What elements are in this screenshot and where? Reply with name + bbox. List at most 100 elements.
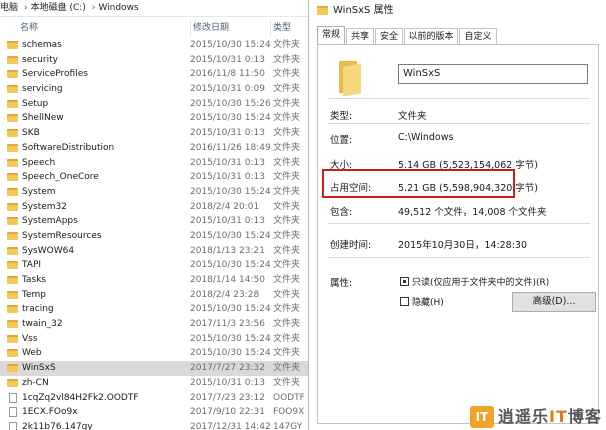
tab-customize[interactable]: 自定义 <box>459 28 497 44</box>
file-list-row[interactable]: SystemResources 2015/10/30 15:24 文件夹 <box>0 229 308 244</box>
file-list-row[interactable]: zh-CN 2015/10/31 0:13 文件夹 <box>0 376 308 391</box>
file-type: 文件夹 <box>273 54 301 65</box>
file-list-row[interactable]: Vss 2015/10/30 15:24 文件夹 <box>0 332 308 347</box>
file-list-row[interactable]: servicing 2015/10/31 0:09 文件夹 <box>0 82 308 97</box>
file-list-row[interactable]: 1cqZq2vl84H2Fk2.OODTF 2017/7/23 23:12 OODT… <box>0 391 308 406</box>
type-value: 文件夹 <box>398 111 427 122</box>
folder-icon <box>7 276 18 284</box>
column-header-name[interactable]: 名称 <box>20 19 38 37</box>
folder-icon <box>339 61 365 97</box>
file-list-row[interactable]: twain_32 2017/11/3 23:56 文件夹 <box>0 317 308 332</box>
file-type: 文件夹 <box>273 69 301 80</box>
file-list-row[interactable]: ShellNew 2015/10/30 15:24 文件夹 <box>0 111 308 126</box>
file-type: 文件夹 <box>273 363 301 374</box>
file-date: 2018/1/14 14:50 <box>190 275 265 285</box>
file-list-row[interactable]: SKB 2015/10/31 0:13 文件夹 <box>0 126 308 141</box>
divider <box>328 223 590 224</box>
folder-icon <box>7 143 18 152</box>
file-name: Temp <box>22 289 46 300</box>
file-date: 2017/11/3 23:56 <box>190 319 265 330</box>
file-date: 2018/2/4 20:01 <box>190 201 260 212</box>
file-list-row[interactable]: SysWOW64 2018/1/13 23:21 文件夹 <box>0 244 308 259</box>
file-name: Web <box>22 348 42 359</box>
folder-icon <box>7 290 18 299</box>
dialog-titlebar[interactable]: WinSxS 属性 <box>309 0 606 22</box>
breadcrumb-item-drive[interactable]: 本地磁盘 (C:) <box>31 3 86 13</box>
folder-icon <box>7 114 18 123</box>
location-label: 位置: <box>330 135 353 146</box>
file-type: OODTF <box>273 392 305 403</box>
file-list-row[interactable]: Temp 2018/2/4 23:28 文件夹 <box>0 288 308 303</box>
contains-label: 包含: <box>330 207 353 218</box>
file-list-row[interactable]: SoftwareDistribution 2016/11/26 18:49 文件夹 <box>0 141 308 156</box>
created-value: 2015年10月30日，14:28:30 <box>398 240 528 251</box>
column-header-type[interactable]: 类型 <box>270 19 291 37</box>
file-list-row[interactable]: Speech 2015/10/31 0:13 文件夹 <box>0 156 308 171</box>
file-type: 文件夹 <box>273 113 301 124</box>
advanced-button[interactable]: 高级(D)... <box>512 292 596 312</box>
file-type: 文件夹 <box>273 260 301 271</box>
file-date: 2017/9/10 22:31 <box>190 407 265 418</box>
file-date: 2017/12/31 14:42 <box>190 421 271 430</box>
file-type: 文件夹 <box>273 128 301 139</box>
tab-security[interactable]: 安全 <box>375 28 403 44</box>
created-label: 创建时间: <box>330 240 372 251</box>
file-list-row[interactable]: Setup 2015/10/30 15:26 文件夹 <box>0 97 308 112</box>
file-list-row[interactable]: ServiceProfiles 2016/11/8 11:50 文件夹 <box>0 67 308 82</box>
tab-previous-versions[interactable]: 以前的版本 <box>404 28 458 44</box>
dialog-title: WinSxS 属性 <box>333 5 394 16</box>
hidden-label[interactable]: 隐藏(H) <box>412 295 444 308</box>
file-name: System <box>22 186 56 197</box>
folder-name-input[interactable]: WinSxS <box>398 64 588 84</box>
folder-icon <box>7 70 18 79</box>
hidden-checkbox[interactable] <box>400 297 409 306</box>
file-name: 1cqZq2vl84H2Fk2.OODTF <box>22 392 139 403</box>
file-name: 1ECX.FOo9x <box>22 407 78 418</box>
site-watermark-logo: IT 逍遥乐IT博客 <box>470 406 606 428</box>
breadcrumb-item-pc[interactable]: 电脑 <box>0 3 18 13</box>
file-date: 2015/10/30 15:24 <box>190 260 271 271</box>
file-list-row[interactable]: WinSxS 2017/7/27 23:32 文件夹 <box>0 361 308 376</box>
file-list-row[interactable]: tracing 2015/10/30 15:24 文件夹 <box>0 302 308 317</box>
file-date: 2015/10/31 0:13 <box>190 377 265 388</box>
file-name: SoftwareDistribution <box>22 142 115 153</box>
file-list-row[interactable]: 2k11b76.147gy 2017/12/31 14:42 147GY <box>0 420 308 430</box>
tab-general[interactable]: 常规 <box>317 26 345 45</box>
file-list-row[interactable]: SystemApps 2015/10/31 0:13 文件夹 <box>0 214 308 229</box>
breadcrumb: 电脑 › 本地磁盘 (C:) › Windows <box>0 0 308 17</box>
file-list-row[interactable]: Tasks 2018/1/14 14:50 文件夹 <box>0 273 308 288</box>
readonly-checkbox[interactable] <box>400 277 409 286</box>
file-type: 文件夹 <box>273 186 301 197</box>
folder-icon <box>7 334 18 343</box>
breadcrumb-item-windows[interactable]: Windows <box>98 3 138 13</box>
readonly-label[interactable]: 只读(仅应用于文件夹中的文件)(R) <box>412 275 549 288</box>
file-list-row[interactable]: Web 2015/10/30 15:24 文件夹 <box>0 346 308 361</box>
file-type: 文件夹 <box>273 377 301 388</box>
file-date: 2016/11/26 18:49 <box>190 142 271 153</box>
file-list-row[interactable]: System32 2018/2/4 20:01 文件夹 <box>0 200 308 215</box>
file-list-row[interactable]: 1ECX.FOo9x 2017/9/10 22:31 FOO9X <box>0 405 308 420</box>
file-date: 2015/10/30 15:24 <box>190 304 271 315</box>
file-name: ShellNew <box>22 113 64 124</box>
file-list-row[interactable]: TAPI 2015/10/30 15:24 文件夹 <box>0 258 308 273</box>
file-list-row[interactable]: schemas 2015/10/30 15:24 文件夹 <box>0 38 308 53</box>
folder-icon <box>7 129 18 138</box>
file-list-row[interactable]: Speech_OneCore 2015/10/31 0:13 文件夹 <box>0 170 308 185</box>
file-name: Setup <box>22 98 49 109</box>
tab-sharing[interactable]: 共享 <box>346 28 374 44</box>
file-name: ServiceProfiles <box>22 69 88 80</box>
folder-icon <box>7 320 18 329</box>
divider <box>328 123 590 124</box>
file-list-row[interactable]: System 2015/10/30 15:24 文件夹 <box>0 185 308 200</box>
file-list-row[interactable]: security 2015/10/31 0:13 文件夹 <box>0 53 308 68</box>
file-type: 文件夹 <box>273 230 301 241</box>
location-value: C:\Windows <box>398 132 454 143</box>
file-name: twain_32 <box>22 319 63 330</box>
file-date: 2015/10/30 15:24 <box>190 113 271 124</box>
column-header-date[interactable]: 修改日期 <box>190 19 229 37</box>
file-type: 文件夹 <box>273 319 301 330</box>
file-name: Tasks <box>22 275 47 285</box>
file-name: schemas <box>22 40 62 50</box>
file-name: WinSxS <box>22 363 56 374</box>
folder-icon <box>7 202 18 211</box>
